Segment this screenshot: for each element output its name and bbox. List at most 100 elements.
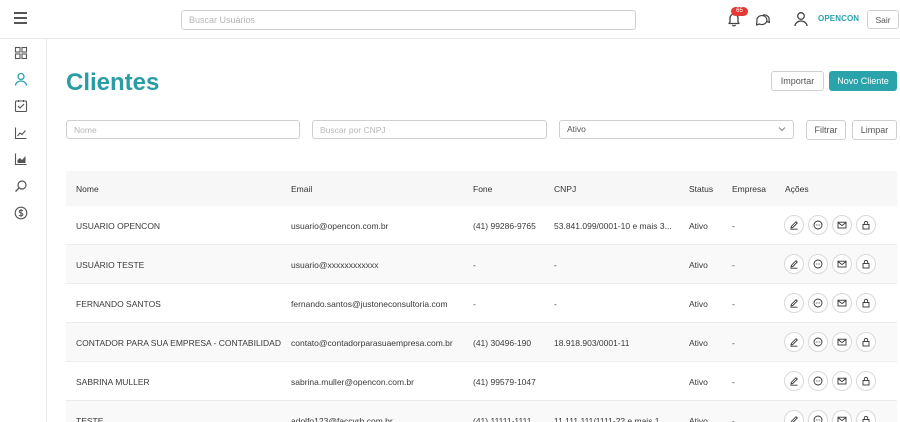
lock-button[interactable] <box>856 410 876 422</box>
mail-icon <box>837 260 847 268</box>
email-button[interactable] <box>832 371 852 391</box>
new-client-button[interactable]: Novo Cliente <box>829 71 897 91</box>
cell-email: fernando.santos@justoneconsultoria.com <box>291 299 448 309</box>
pencil-icon <box>790 260 798 269</box>
user-name[interactable]: OPENCON <box>818 14 859 23</box>
menu-icon[interactable] <box>14 12 27 24</box>
header-status[interactable]: Status <box>689 184 713 194</box>
cell-phone: (41) 99286-9765 <box>473 221 536 231</box>
cell-phone: (41) 30496-190 <box>473 338 532 348</box>
dollar-icon[interactable] <box>14 206 28 220</box>
cell-status: Ativo <box>689 338 708 348</box>
row-actions <box>784 410 876 422</box>
table-header: Nome Email Fone CNPJ Status Empresa Açõe… <box>66 171 897 206</box>
cell-company: - <box>732 416 735 422</box>
lock-button[interactable] <box>856 371 876 391</box>
cell-cnpj: 11.111.111/1111-22 e mais 1... <box>554 416 667 422</box>
lock-icon <box>862 376 870 386</box>
cell-name: CONTADOR PARA SUA EMPRESA - CONTABILIDAD… <box>76 338 281 348</box>
header-phone[interactable]: Fone <box>473 184 492 194</box>
email-button[interactable] <box>832 215 852 235</box>
lock-button[interactable] <box>856 332 876 352</box>
search-icon[interactable] <box>14 179 28 193</box>
chat-icon[interactable] <box>754 11 771 27</box>
message-icon <box>813 259 823 269</box>
cell-email: adolfo123@faccvrb.com.br <box>291 416 393 422</box>
mail-icon <box>837 377 847 385</box>
edit-button[interactable] <box>784 371 804 391</box>
table-row: FERNANDO SANTOS fernando.santos@justonec… <box>66 284 897 323</box>
table-body: USUARIO OPENCON usuario@opencon.com.br (… <box>66 206 897 422</box>
cell-name: SABRINA MULLER <box>76 377 150 387</box>
cell-phone: - <box>473 299 476 309</box>
cell-cnpj: 53.841.099/0001-10 e mais 3... <box>554 221 672 231</box>
logout-button[interactable]: Sair <box>867 10 899 29</box>
lock-button[interactable] <box>856 254 876 274</box>
table-row: USUÁRIO TESTE usuario@xxxxxxxxxxxx - - A… <box>66 245 897 284</box>
cell-email: contato@contadorparasuaempresa.com.br <box>291 338 453 348</box>
row-actions <box>784 293 876 313</box>
import-button[interactable]: Importar <box>771 71 824 91</box>
cell-company: - <box>732 221 735 231</box>
cell-status: Ativo <box>689 221 708 231</box>
notification-badge: 65 <box>731 7 748 16</box>
checklist-icon[interactable] <box>14 99 28 113</box>
cell-cnpj: 18.918.903/0001-11 <box>554 338 630 348</box>
cell-cnpj: - <box>554 299 557 309</box>
lock-button[interactable] <box>856 215 876 235</box>
message-button[interactable] <box>808 293 828 313</box>
edit-button[interactable] <box>784 254 804 274</box>
edit-button[interactable] <box>784 410 804 422</box>
message-button[interactable] <box>808 254 828 274</box>
email-button[interactable] <box>832 293 852 313</box>
cell-phone: (41) 99579-1047 <box>473 377 536 387</box>
cnpj-filter-input[interactable] <box>312 120 547 139</box>
header-name[interactable]: Nome <box>76 184 99 194</box>
sidebar <box>0 39 47 422</box>
name-filter-input[interactable] <box>66 120 300 139</box>
status-select[interactable]: Ativo <box>559 120 794 139</box>
header-actions: Ações <box>785 184 809 194</box>
status-select-value: Ativo <box>567 124 586 134</box>
cell-email: usuario@opencon.com.br <box>291 221 389 231</box>
cell-company: - <box>732 260 735 270</box>
cell-company: - <box>732 338 735 348</box>
user-icon[interactable] <box>14 72 28 86</box>
dashboard-icon[interactable] <box>14 46 28 60</box>
cell-status: Ativo <box>689 416 708 422</box>
edit-button[interactable] <box>784 293 804 313</box>
lock-icon <box>862 337 870 347</box>
message-icon <box>813 298 823 308</box>
message-button[interactable] <box>808 410 828 422</box>
row-actions <box>784 215 876 235</box>
email-button[interactable] <box>832 410 852 422</box>
cell-cnpj: - <box>554 260 557 270</box>
lock-icon <box>862 298 870 308</box>
cell-email: usuario@xxxxxxxxxxxx <box>291 260 379 270</box>
message-icon <box>813 220 823 230</box>
cell-name: FERNANDO SANTOS <box>76 299 161 309</box>
filter-button[interactable]: Filtrar <box>806 120 846 140</box>
cell-phone: - <box>473 260 476 270</box>
email-button[interactable] <box>832 254 852 274</box>
table-row: TESTE adolfo123@faccvrb.com.br (41) 1111… <box>66 401 897 422</box>
bar-chart-icon[interactable] <box>14 152 28 166</box>
lock-button[interactable] <box>856 293 876 313</box>
clear-button[interactable]: Limpar <box>852 120 897 140</box>
message-button[interactable] <box>808 332 828 352</box>
mail-icon <box>837 221 847 229</box>
user-icon[interactable] <box>793 11 809 27</box>
line-chart-icon[interactable] <box>14 126 28 140</box>
message-button[interactable] <box>808 371 828 391</box>
header-cnpj[interactable]: CNPJ <box>554 184 576 194</box>
header-email[interactable]: Email <box>291 184 312 194</box>
message-button[interactable] <box>808 215 828 235</box>
pencil-icon <box>790 416 798 422</box>
mail-icon <box>837 338 847 346</box>
header-company[interactable]: Empresa <box>732 184 766 194</box>
edit-button[interactable] <box>784 215 804 235</box>
edit-button[interactable] <box>784 332 804 352</box>
cell-status: Ativo <box>689 260 708 270</box>
email-button[interactable] <box>832 332 852 352</box>
search-users-input[interactable] <box>181 10 636 30</box>
